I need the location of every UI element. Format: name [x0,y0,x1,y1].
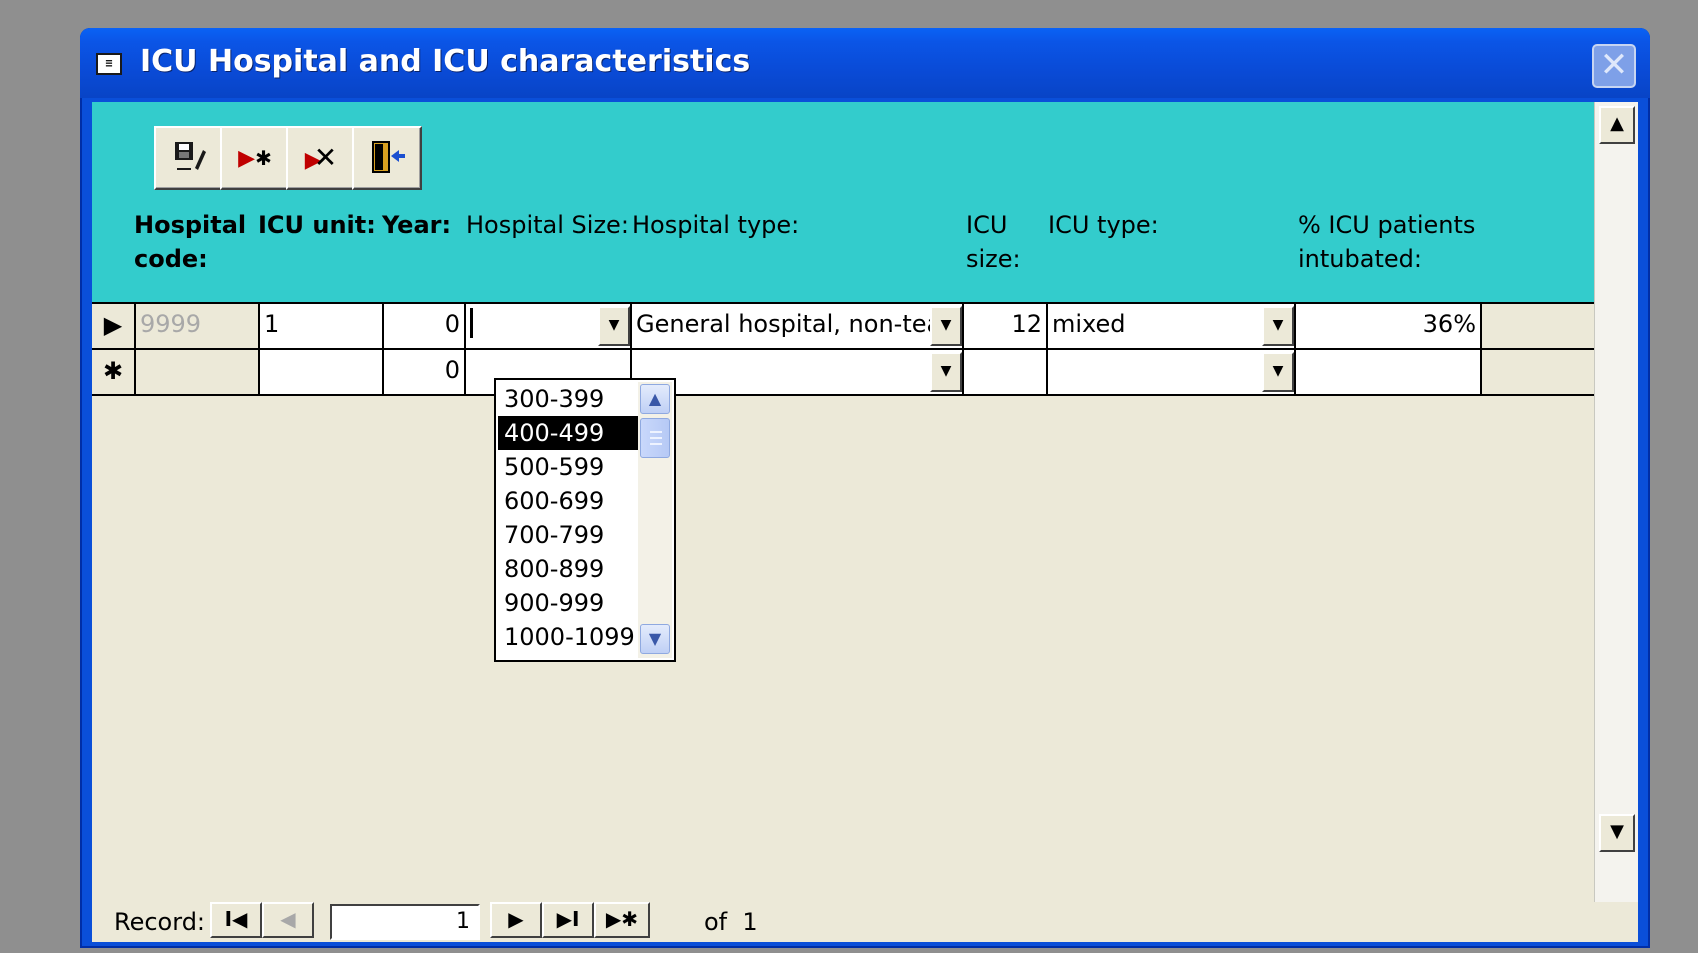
icu-type-value: mixed [1052,310,1126,338]
icu-type-dropdown-button[interactable]: ▼ [1262,352,1294,392]
column-hospital-code: Hospital code: [134,211,247,273]
table-row-new: ✱ 0 ▼ ▼ [92,348,1594,396]
column-hospital-type: Hospital type: [632,211,800,239]
icu-unit-cell[interactable]: 1 [260,304,384,348]
column-icu-size: ICU size: [966,211,1021,273]
close-button[interactable]: ✕ [1592,44,1636,88]
new-record-button[interactable]: ▶✱ [220,126,290,190]
dropdown-option[interactable]: 700-799 [498,518,638,552]
grip-line [650,437,662,439]
form-window: ≡ ICU Hospital and ICU characteristics ✕ [80,28,1650,948]
form-client-area: ▶✱ ▶✕ Hospital code: ICU unit: Year: Hos… [92,102,1638,942]
hospital-size-dropdown-list[interactable]: 300-399 400-499 500-599 600-699 700-799 … [494,378,676,662]
new-record-nav-button[interactable]: ▶✱ [594,902,650,938]
hospital-type-combo[interactable]: ▼ [632,350,964,394]
grip-line [650,443,662,445]
dropdown-option[interactable]: 600-699 [498,484,638,518]
save-disk-icon [156,128,222,188]
year-cell[interactable]: 0 [384,350,466,394]
window-title: ICU Hospital and ICU characteristics [140,44,751,79]
grip-line [650,431,662,433]
dropdown-scrollbar[interactable]: ▲ ▼ [638,382,672,658]
year-cell[interactable]: 0 [384,304,466,348]
of-label: of [704,908,728,936]
record-label: Record: [114,908,206,936]
new-record-icon: ▶✱ [238,146,272,171]
exit-door-icon [354,128,420,188]
column-pct-intubated: % ICU patients intubated: [1298,211,1476,273]
column-hospital-size: Hospital Size: [466,211,629,239]
icu-size-cell[interactable]: 12 [964,304,1048,348]
text-caret [470,308,473,338]
hospital-code-cell[interactable]: 9999 [136,304,260,348]
next-record-button[interactable]: ▶ [490,902,542,938]
form-header: ▶✱ ▶✕ Hospital code: ICU unit: Year: Hos… [92,102,1594,302]
hospital-type-dropdown-button[interactable]: ▼ [930,352,962,392]
form-vertical-scrollbar[interactable]: ▲ ▼ [1594,102,1638,902]
dropdown-option-selected[interactable]: 400-499 [498,416,638,450]
first-record-button[interactable]: I◀ [210,902,262,938]
icu-type-dropdown-button[interactable]: ▼ [1262,306,1294,346]
scroll-down-icon[interactable]: ▼ [640,624,670,654]
record-count: of 1 [704,904,758,940]
hospital-code-cell[interactable] [136,350,260,394]
table-row: ▶ 9999 1 0 ▼ General hospital, non-teach… [92,302,1594,348]
icu-unit-cell[interactable] [260,350,384,394]
total-records: 1 [742,908,758,936]
dropdown-option[interactable]: 900-999 [498,586,638,620]
dropdown-option[interactable]: 1000-1099 [498,620,638,654]
record-selector-new[interactable]: ✱ [92,350,136,394]
scroll-thumb[interactable] [640,418,670,458]
pct-intubated-cell[interactable]: 36% [1296,304,1482,348]
record-selector-current[interactable]: ▶ [92,304,136,348]
exit-form-button[interactable] [352,126,422,190]
column-icu-unit: ICU unit: [258,211,376,239]
current-record-input[interactable]: 1 [330,904,480,940]
scroll-down-arrow-icon[interactable]: ▼ [1599,814,1635,852]
form-icon: ≡ [96,53,122,75]
scroll-up-arrow-icon[interactable]: ▲ [1599,106,1635,144]
delete-record-button[interactable]: ▶✕ [286,126,356,190]
column-year: Year: [382,211,452,239]
record-navigation-bar: Record: I◀ ◀ 1 ▶ ▶I ▶✱ of 1 [92,902,1638,942]
hospital-type-value: General hospital, non-teach [636,310,964,338]
icu-type-combo[interactable]: mixed ▼ [1048,304,1296,348]
icu-size-cell[interactable] [964,350,1048,394]
title-bar[interactable]: ≡ ICU Hospital and ICU characteristics ✕ [80,28,1650,98]
previous-record-button[interactable]: ◀ [262,902,314,938]
save-record-button[interactable] [154,126,224,190]
hospital-type-dropdown-button[interactable]: ▼ [930,306,962,346]
delete-record-icon: ▶✕ [304,141,338,174]
hospital-size-combo[interactable]: ▼ [466,304,632,348]
hospital-size-dropdown-button[interactable]: ▼ [598,306,630,346]
scroll-up-icon[interactable]: ▲ [640,384,670,414]
dropdown-option[interactable]: 500-599 [498,450,638,484]
icu-type-combo[interactable]: ▼ [1048,350,1296,394]
hospital-type-combo[interactable]: General hospital, non-teach ▼ [632,304,964,348]
dropdown-option[interactable]: 300-399 [498,382,638,416]
pct-intubated-cell[interactable] [1296,350,1482,394]
last-record-button[interactable]: ▶I [542,902,594,938]
column-icu-type: ICU type: [1048,211,1159,239]
dropdown-option[interactable]: 800-899 [498,552,638,586]
